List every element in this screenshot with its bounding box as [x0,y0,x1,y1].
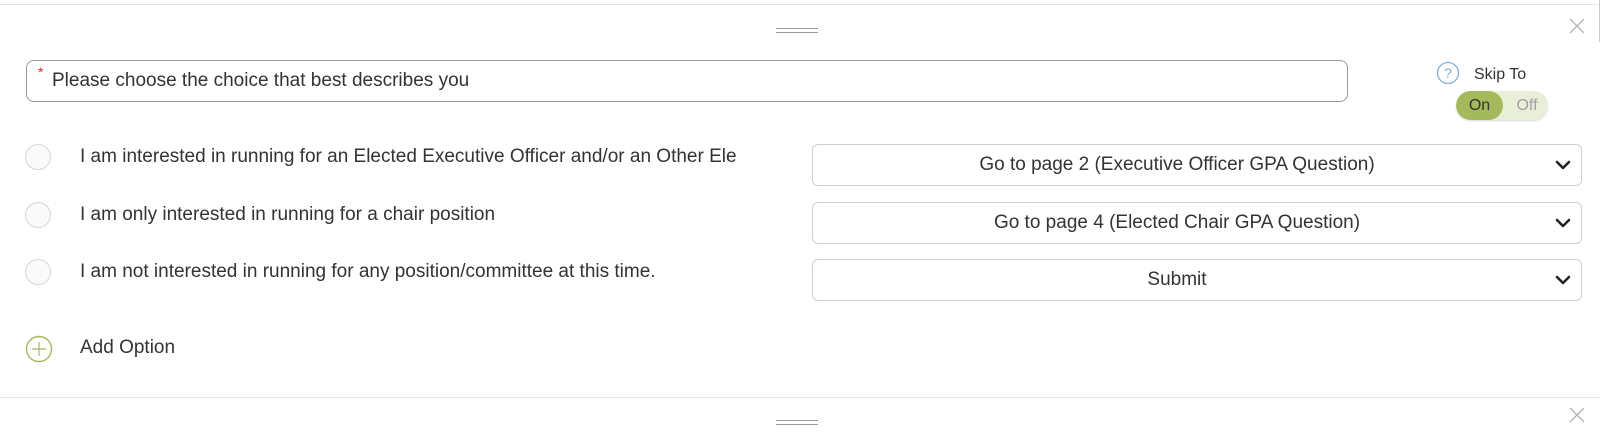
svg-text:?: ? [1444,65,1452,81]
plus-circle-icon[interactable] [25,335,53,363]
skip-to-select-value: Submit [1147,269,1207,290]
toggle-on-label: On [1456,91,1503,120]
skip-to-select-value: Go to page 4 (Elected Chair GPA Question… [993,212,1361,233]
option-row: I am only interested in running for a ch… [0,202,1600,246]
skip-to-select[interactable]: Go to page 4 (Elected Chair GPA Question… [812,202,1582,244]
question-text[interactable]: Please choose the choice that best descr… [52,61,469,101]
add-option-button[interactable]: Add Option [80,337,175,359]
option-label[interactable]: I am only interested in running for a ch… [80,204,772,226]
required-marker: * [38,64,44,80]
skip-to-toggle[interactable]: On Off [1456,91,1548,120]
question-circle-icon[interactable]: ? [1436,61,1460,85]
drag-handle-icon[interactable] [776,28,818,38]
option-row: I am not interested in running for any p… [0,259,1600,303]
question-card: * Please choose the choice that best des… [0,4,1600,398]
skip-to-select[interactable]: Go to page 2 (Executive Officer GPA Ques… [812,144,1582,186]
option-label[interactable]: I am not interested in running for any p… [80,261,772,283]
skip-to-select[interactable]: Submit [812,259,1582,301]
close-icon[interactable] [1568,17,1586,35]
option-row: I am interested in running for an Electe… [0,144,1600,188]
toggle-off-label: Off [1516,97,1538,114]
option-label[interactable]: I am interested in running for an Electe… [80,146,772,168]
chevron-down-icon [1555,216,1571,230]
option-radio[interactable] [25,259,51,285]
drag-handle-icon[interactable] [776,420,818,430]
close-icon[interactable] [1568,406,1586,424]
chevron-down-icon [1555,273,1571,287]
skip-to-label: Skip To [1474,66,1527,83]
option-radio[interactable] [25,144,51,170]
chevron-down-icon [1555,158,1571,172]
question-text-field[interactable]: * Please choose the choice that best des… [26,60,1348,102]
next-question-card [0,402,1600,442]
option-radio[interactable] [25,202,51,228]
skip-to-select-value: Go to page 2 (Executive Officer GPA Ques… [979,154,1375,175]
